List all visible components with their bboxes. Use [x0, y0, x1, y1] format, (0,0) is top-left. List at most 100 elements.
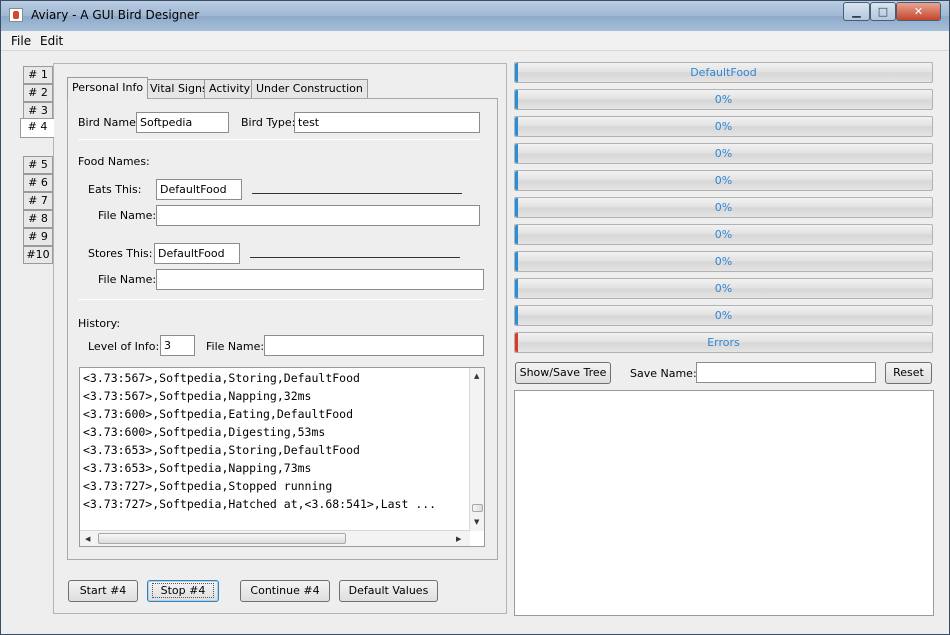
- save-name-field[interactable]: [696, 362, 876, 383]
- log-line: <3.73:567>,Softpedia,Napping,32ms: [83, 389, 312, 403]
- minimize-button[interactable]: ▁: [843, 2, 870, 21]
- save-name-label: Save Name:: [630, 367, 697, 380]
- progress-label: 0%: [714, 93, 733, 106]
- window-title: Aviary - A GUI Bird Designer: [31, 8, 200, 22]
- bird-tab-8[interactable]: # 8: [23, 210, 53, 228]
- progress-bar: 0%: [514, 278, 933, 299]
- menu-file[interactable]: File: [11, 34, 31, 48]
- progress-label: 0%: [714, 309, 733, 322]
- bird-name-field[interactable]: Softpedia: [136, 112, 229, 133]
- eats-label: Eats This:: [88, 183, 142, 196]
- menu-bar: File Edit: [1, 31, 949, 51]
- bird-tab-5[interactable]: # 5: [23, 156, 53, 174]
- log-line: <3.73:653>,Softpedia,Napping,73ms: [83, 461, 312, 475]
- level-of-info-label: Level of Info:: [88, 340, 160, 353]
- stores-label: Stores This:: [88, 247, 153, 260]
- stores-file-field[interactable]: [156, 269, 484, 290]
- tab-activity[interactable]: Activity: [204, 79, 256, 98]
- bird-tab-9[interactable]: # 9: [23, 228, 53, 246]
- separator: [78, 299, 484, 300]
- progress-bar: 0%: [514, 143, 933, 164]
- tab-under-construction[interactable]: Under Construction: [251, 79, 368, 98]
- log-line: <3.73:727>,Softpedia,Stopped running: [83, 479, 333, 493]
- history-file-field[interactable]: [264, 335, 484, 356]
- history-label: History:: [78, 317, 121, 330]
- vertical-scroll-thumb[interactable]: [472, 504, 483, 512]
- stores-food-field[interactable]: DefaultFood: [154, 243, 240, 264]
- progress-fill: [515, 117, 518, 136]
- progress-label: 0%: [714, 174, 733, 187]
- maximize-button[interactable]: □: [870, 2, 896, 21]
- close-button[interactable]: ✕: [896, 2, 941, 21]
- error-fill: [515, 333, 518, 352]
- progress-bar: 0%: [514, 251, 933, 272]
- stop-button[interactable]: Stop #4: [147, 580, 219, 602]
- bird-tab-6[interactable]: # 6: [23, 174, 53, 192]
- title-bar[interactable]: Aviary - A GUI Bird Designer ▁ □ ✕: [1, 1, 949, 31]
- default-values-button[interactable]: Default Values: [339, 580, 438, 602]
- bird-type-field[interactable]: test: [294, 112, 480, 133]
- bird-tab-4[interactable]: # 4: [20, 118, 54, 138]
- progress-bar: 0%: [514, 224, 933, 245]
- log-line: <3.73:600>,Softpedia,Eating,DefaultFood: [83, 407, 354, 421]
- progress-fill: [515, 198, 518, 217]
- scroll-right-arrow-icon[interactable]: ▶: [456, 535, 461, 543]
- eats-progress-line: [252, 193, 462, 194]
- eats-food-field[interactable]: DefaultFood: [156, 179, 242, 200]
- food-names-label: Food Names:: [78, 155, 150, 168]
- eats-file-field[interactable]: [156, 205, 480, 226]
- log-line: <3.73:653>,Softpedia,Storing,DefaultFood: [83, 443, 360, 457]
- progress-fill: [515, 252, 518, 271]
- progress-bar-errors: Errors: [514, 332, 933, 353]
- show-save-tree-button[interactable]: Show/Save Tree: [515, 362, 611, 384]
- progress-label: DefaultFood: [690, 66, 757, 79]
- app-window: Aviary - A GUI Bird Designer ▁ □ ✕ File …: [0, 0, 950, 635]
- log-line: <3.73:567>,Softpedia,Storing,DefaultFood: [83, 371, 360, 385]
- start-button[interactable]: Start #4: [68, 580, 138, 602]
- continue-button[interactable]: Continue #4: [240, 580, 330, 602]
- scroll-down-arrow-icon[interactable]: ▼: [474, 518, 479, 526]
- progress-label: 0%: [714, 282, 733, 295]
- bird-type-label: Bird Type:: [241, 116, 296, 129]
- progress-bar: 0%: [514, 89, 933, 110]
- progress-bar: 0%: [514, 116, 933, 137]
- progress-label: Errors: [707, 336, 740, 349]
- progress-fill: [515, 90, 518, 109]
- progress-fill: [515, 225, 518, 244]
- progress-label: 0%: [714, 120, 733, 133]
- progress-fill: [515, 171, 518, 190]
- progress-bar-defaultfood: DefaultFood: [514, 62, 933, 83]
- log-line: <3.73:600>,Softpedia,Digesting,53ms: [83, 425, 326, 439]
- horizontal-scroll-thumb[interactable]: [98, 533, 346, 544]
- progress-fill: [515, 279, 518, 298]
- progress-label: 0%: [714, 147, 733, 160]
- log-line: <3.73:727>,Softpedia,Hatched at,<3.68:54…: [83, 497, 437, 511]
- history-horizontal-scrollbar[interactable]: ◀ ▶: [80, 530, 470, 546]
- tab-vital-signs[interactable]: Vital Signs: [145, 79, 213, 98]
- tab-personal-info[interactable]: Personal Info: [67, 77, 149, 99]
- level-of-info-field[interactable]: 3: [160, 335, 195, 356]
- progress-label: 0%: [714, 255, 733, 268]
- bird-tab-2[interactable]: # 2: [23, 84, 53, 102]
- progress-label: 0%: [714, 201, 733, 214]
- scroll-left-arrow-icon[interactable]: ◀: [85, 535, 90, 543]
- history-file-label: File Name:: [206, 340, 265, 353]
- stores-progress-line: [250, 257, 460, 258]
- tree-display-area[interactable]: [514, 390, 934, 616]
- progress-fill: [515, 63, 518, 82]
- history-log[interactable]: <3.73:567>,Softpedia,Storing,DefaultFood…: [79, 367, 485, 547]
- progress-fill: [515, 144, 518, 163]
- progress-bar: 0%: [514, 197, 933, 218]
- progress-bar: 0%: [514, 170, 933, 191]
- bird-tab-1[interactable]: # 1: [23, 66, 53, 84]
- history-vertical-scrollbar[interactable]: ▲ ▼: [469, 368, 484, 531]
- stores-file-label: File Name:: [98, 273, 157, 286]
- progress-label: 0%: [714, 228, 733, 241]
- bird-tab-7[interactable]: # 7: [23, 192, 53, 210]
- scroll-up-arrow-icon[interactable]: ▲: [474, 372, 479, 380]
- progress-fill: [515, 306, 518, 325]
- menu-edit[interactable]: Edit: [40, 34, 63, 48]
- bird-tab-10[interactable]: #10: [23, 246, 53, 264]
- bird-name-label: Bird Name:: [78, 116, 140, 129]
- reset-button[interactable]: Reset: [885, 362, 932, 384]
